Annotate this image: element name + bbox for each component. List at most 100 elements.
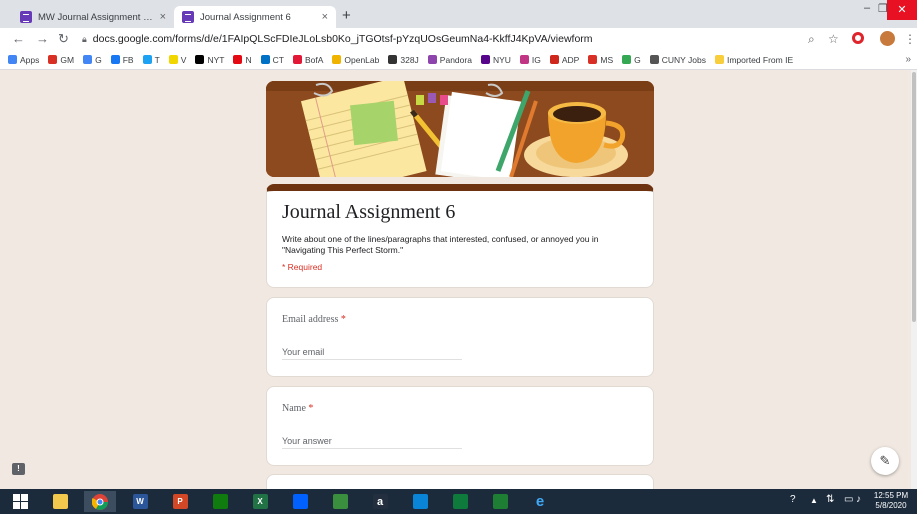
feedback-icon[interactable]: !	[12, 463, 25, 475]
tab-strip: MW Journal Assignment 6 - Goo × Journal …	[0, 0, 917, 28]
show-hidden-icons-icon[interactable]: ▲	[810, 496, 818, 505]
taskbar-photos[interactable]	[324, 491, 356, 512]
bookmark-favicon-icon	[427, 55, 437, 64]
help-icon[interactable]: ?	[790, 494, 796, 505]
bookmark-item[interactable]: MS	[588, 55, 613, 65]
bookmark-item[interactable]: 328J	[388, 55, 419, 65]
bookmark-item[interactable]: CT	[260, 55, 284, 65]
minimize-button[interactable]: –	[864, 2, 870, 14]
bookmark-label: T	[154, 54, 160, 65]
name-question-label: Name *	[282, 403, 313, 414]
tab-mw-journal[interactable]: MW Journal Assignment 6 - Goo ×	[12, 6, 174, 28]
tab-close-icon[interactable]: ×	[322, 11, 328, 23]
bookmark-favicon-icon	[332, 55, 342, 64]
taskbar-word[interactable]: W	[124, 491, 156, 512]
bookmark-item[interactable]: Pandora	[427, 55, 472, 65]
bookmark-item[interactable]: Apps	[8, 55, 39, 65]
google-forms-favicon-icon	[182, 11, 194, 23]
url-text: docs.google.com/forms/d/e/1FAIpQLScFDIeJ…	[92, 33, 593, 45]
bookmark-item[interactable]: CUNY Jobs	[649, 54, 706, 65]
scrollbar-thumb[interactable]	[912, 72, 916, 322]
bookmark-label: CUNY Jobs	[661, 54, 706, 65]
windows-taskbar: W P X a e ? ▲ ⇅ ▭ ♪ 12:55 PM 5/8/2020	[0, 489, 917, 514]
window-close-button[interactable]: ✕	[887, 0, 917, 20]
bookmark-item[interactable]: V	[168, 55, 186, 65]
bookmark-item[interactable]: Imported From IE	[714, 55, 793, 65]
bookmark-item[interactable]: N	[233, 54, 252, 65]
bookmark-label: FB	[122, 54, 134, 65]
required-asterisk: *	[340, 314, 346, 325]
bookmark-item[interactable]: OpenLab	[332, 55, 379, 65]
bookmark-item[interactable]: NYU	[480, 54, 511, 65]
tab-journal-assignment[interactable]: Journal Assignment 6 ×	[174, 6, 336, 28]
taskbar-solitaire[interactable]	[444, 491, 476, 512]
battery-icon[interactable]: ▭	[844, 494, 853, 505]
taskbar-dropbox[interactable]	[284, 491, 316, 512]
bookmark-favicon-icon	[168, 55, 178, 64]
bookmark-item[interactable]: BofA	[292, 54, 324, 65]
solitaire-icon	[452, 494, 468, 509]
page-scrollbar[interactable]	[911, 70, 917, 489]
required-note: * Required	[282, 262, 323, 272]
bookmark-label: G	[95, 54, 102, 65]
bookmark-favicon-icon	[588, 55, 598, 64]
profile-avatar[interactable]	[880, 31, 895, 46]
form-title-card: Journal Assignment 6 Write about one of …	[266, 184, 654, 288]
reload-icon[interactable]: ↻	[58, 31, 69, 47]
start-button[interactable]	[4, 491, 36, 512]
taskbar-onedrive[interactable]	[404, 491, 436, 512]
bookmark-label: NYT	[207, 54, 225, 65]
volume-icon[interactable]: ♪	[856, 494, 861, 505]
bookmark-label: Apps	[20, 54, 40, 65]
taskbar-internet-explorer[interactable]: e	[524, 491, 556, 512]
taskbar-powerpoint[interactable]: P	[164, 491, 196, 512]
bookmark-label: N	[245, 54, 252, 65]
bookmark-label: GM	[60, 54, 75, 65]
bookmark-favicon-icon	[8, 55, 17, 64]
bookmark-favicon-icon	[714, 55, 724, 64]
bookmark-item[interactable]: IG	[519, 55, 541, 65]
bookmark-item[interactable]: ADP	[549, 55, 579, 65]
network-icon[interactable]: ⇅	[826, 494, 834, 505]
email-input[interactable]	[282, 344, 462, 360]
bookmark-favicon-icon	[142, 55, 152, 64]
edit-pencil-icon[interactable]: ✎	[871, 447, 899, 475]
forward-arrow-icon[interactable]: →	[36, 31, 49, 46]
bookmark-star-icon[interactable]: ☆	[828, 32, 839, 46]
taskbar-amazon[interactable]: a	[364, 491, 396, 512]
google-forms-favicon-icon	[20, 11, 32, 23]
opera-extension-icon[interactable]	[852, 32, 864, 44]
bookmark-favicon-icon	[195, 55, 205, 64]
taskbar-chrome[interactable]	[84, 491, 116, 512]
bookmark-item[interactable]: G	[83, 55, 102, 65]
taskbar-calculator[interactable]	[484, 491, 516, 512]
bookmark-label: NYU	[492, 54, 511, 65]
bookmark-favicon-icon	[649, 55, 659, 64]
next-question-card	[266, 474, 654, 489]
address-bar[interactable]: 🔒︎ docs.google.com/forms/d/e/1FAIpQLScFD…	[82, 30, 852, 48]
bookmark-label: G	[634, 54, 641, 65]
bookmark-item[interactable]: G	[622, 55, 641, 65]
bookmark-label: BofA	[304, 54, 324, 65]
bookmark-item[interactable]: FB	[110, 54, 134, 65]
bookmark-item[interactable]: GM	[48, 55, 74, 65]
zoom-icon[interactable]: ⌕	[808, 32, 815, 47]
taskbar-store[interactable]	[204, 491, 236, 512]
taskbar-excel[interactable]: X	[244, 491, 276, 512]
required-asterisk: *	[308, 403, 314, 414]
back-arrow-icon[interactable]: ←	[12, 31, 25, 46]
bookmarks-overflow-icon[interactable]: »	[905, 54, 911, 65]
name-input[interactable]	[282, 433, 462, 449]
bookmarks-bar: Apps GM G FB T V NYT N CT BofA OpenLab 328J Pandora N…	[0, 50, 917, 70]
word-icon: W	[132, 494, 148, 509]
taskbar-file-explorer[interactable]	[44, 491, 76, 512]
email-question-label: Email address *	[282, 314, 346, 325]
calculator-icon	[492, 494, 508, 509]
taskbar-clock[interactable]: 12:55 PM 5/8/2020	[868, 491, 914, 511]
bookmark-item[interactable]: T	[142, 54, 160, 65]
bookmark-item[interactable]: NYT	[195, 55, 224, 65]
new-tab-button[interactable]: +	[342, 7, 351, 24]
menu-kebab-icon[interactable]: ⋮	[904, 32, 916, 46]
tab-close-icon[interactable]: ×	[160, 11, 166, 23]
question-text: Name	[282, 403, 306, 414]
